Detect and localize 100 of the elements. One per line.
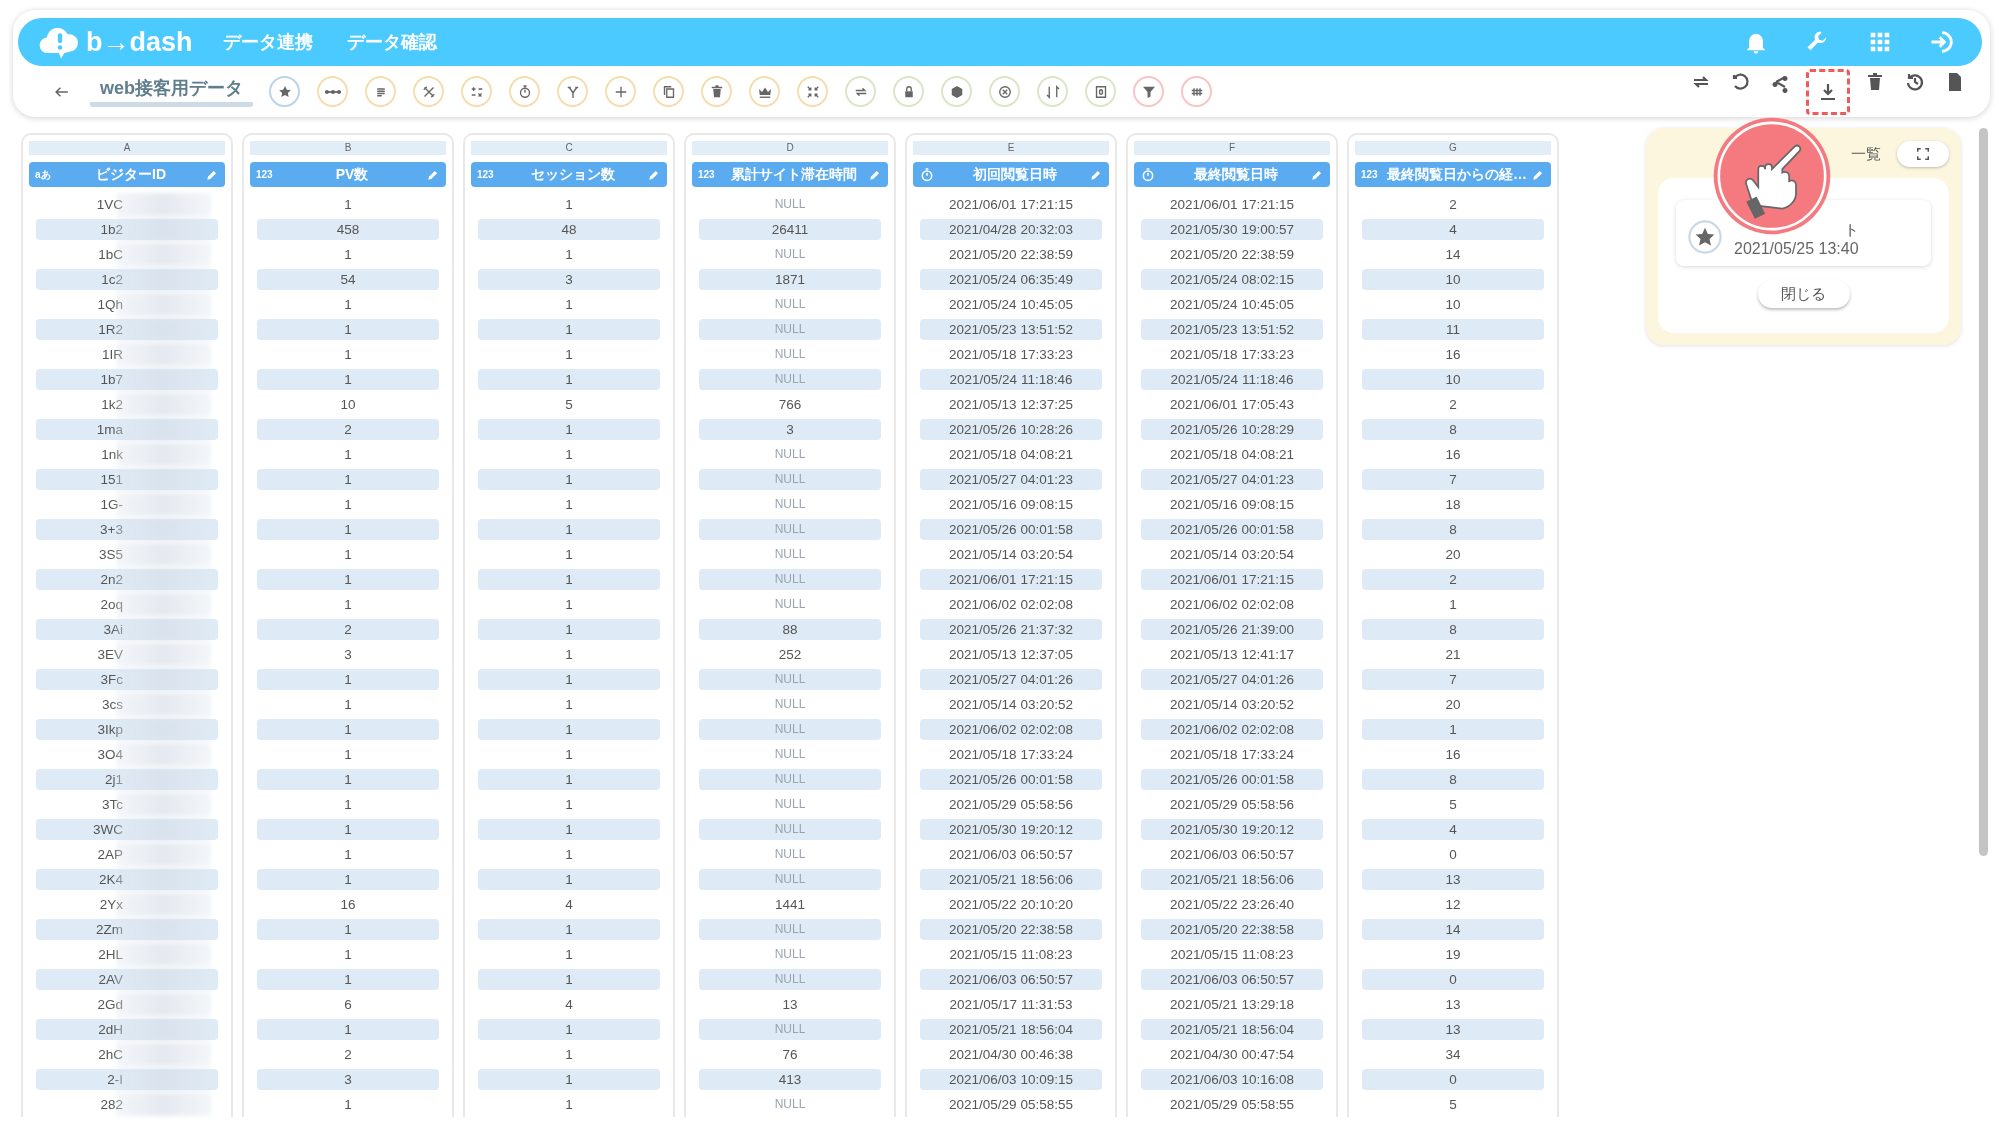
column-header[interactable]: 123 最終閲覧日からの経… [1355, 162, 1551, 187]
table-cell: 1 [257, 869, 439, 890]
close-button[interactable]: 閉じる [1757, 280, 1850, 308]
table-cell: 1 [257, 669, 439, 690]
table-cell: 54 [257, 269, 439, 290]
column-letter: A [29, 141, 225, 155]
table-cell: 3 [257, 1069, 439, 1090]
tool-button[interactable] [701, 76, 732, 107]
table-cell-text: 1 [343, 846, 353, 864]
app-logo[interactable]: b→dash [86, 26, 193, 58]
tool-button[interactable] [509, 76, 540, 107]
column-title: PV数 [334, 165, 370, 184]
visitor-id-text: 1b2 [100, 221, 123, 239]
table-cell-text: 1 [564, 246, 574, 264]
tool-button[interactable] [1037, 76, 1068, 107]
table-cell-text: 2021/05/24 10:45:05 [1169, 296, 1295, 314]
column-header[interactable]: 最終閲覧日時 [1134, 162, 1330, 187]
table-cell-text: NULL [773, 196, 807, 213]
table-cell: 2021/05/27 04:01:26 [920, 669, 1102, 690]
table-cell-text: 1 [564, 796, 574, 814]
tool-button[interactable] [269, 76, 300, 107]
table-cell: 2 [1362, 569, 1544, 590]
table-cell-text: NULL [773, 546, 807, 563]
table-cell: NULL [699, 969, 881, 990]
tool-button[interactable] [413, 76, 444, 107]
tool-button[interactable] [653, 76, 684, 107]
table-cell-text: 2021/04/30 00:46:38 [948, 1046, 1074, 1064]
column-title: 最終閲覧日からの経… [1386, 165, 1528, 184]
visitor-id-text: 1ma [96, 421, 123, 439]
action-button[interactable] [1806, 68, 1850, 115]
column-header[interactable]: 123 累計サイト滞在時間 [692, 162, 888, 187]
table-cell-text: 10 [1444, 296, 1462, 314]
table-cell: 2021/06/02 02:02:08 [1141, 719, 1323, 740]
table-cell-text: 2021/05/22 20:10:20 [948, 896, 1074, 914]
tool-button[interactable] [605, 76, 636, 107]
table-cell-text: 1 [564, 946, 574, 964]
table-cell: 10 [1362, 269, 1544, 290]
item-date: 2021/05/25 13:40 [1734, 240, 1859, 258]
tool-button[interactable] [845, 76, 876, 107]
column-header[interactable]: aあ ビジターID [29, 162, 225, 187]
tool-button[interactable] [893, 76, 924, 107]
visitor-id-text: 2Yx [99, 896, 123, 914]
tool-button[interactable] [317, 76, 348, 107]
visitor-id-text: 3Fc [100, 671, 123, 689]
table-cell: NULL [699, 569, 881, 590]
tool-button[interactable] [1181, 76, 1212, 107]
table-cell-text: 1 [564, 296, 574, 314]
expand-button[interactable] [1897, 141, 1949, 167]
table-cell: 26411 [699, 219, 881, 240]
table-cell: 0 [1362, 1069, 1544, 1090]
scrollbar[interactable] [1979, 128, 1988, 856]
visitor-id-text: 2hC [98, 1046, 123, 1064]
table-cell-text: 2021/05/20 22:38:59 [948, 246, 1074, 264]
column-letter: G [1355, 141, 1551, 155]
table-cell-text: 2021/05/18 04:08:21 [1169, 446, 1295, 464]
visitor-id-text: 1IR [102, 346, 123, 364]
tool-button[interactable] [461, 76, 492, 107]
table-cell-text: 1 [343, 246, 353, 264]
table-cell: 1 [478, 519, 660, 540]
tool-button[interactable] [989, 76, 1020, 107]
table-cell-text: 12 [1444, 896, 1462, 914]
column-header[interactable]: 123 PV数 [250, 162, 446, 187]
nav-link[interactable]: データ連携 [222, 30, 313, 54]
table-cell: 2021/06/01 17:21:15 [1141, 569, 1323, 590]
table-cell: 13 [1362, 869, 1544, 890]
table-cell-text: 1 [343, 346, 353, 364]
table-cell-text: NULL [773, 496, 807, 513]
visitor-id-text: 3O4 [97, 746, 123, 764]
column-header[interactable]: 初回閲覧日時 [913, 162, 1109, 187]
table-cell: NULL [699, 769, 881, 790]
table-cell: 2021/05/23 13:51:52 [920, 319, 1102, 340]
table-cell: 2021/06/02 02:02:08 [920, 719, 1102, 740]
table-cell-text: 16 [1444, 746, 1462, 764]
column-title: 初回閲覧日時 [972, 165, 1058, 184]
tool-button[interactable] [941, 76, 972, 107]
table-cell: 2021/05/26 21:37:32 [920, 619, 1102, 640]
tool-button[interactable] [557, 76, 588, 107]
table-cell: NULL [699, 869, 881, 890]
tool-button[interactable] [1085, 76, 1116, 107]
table-cell-text: NULL [773, 746, 807, 763]
table-cell-text: 2021/05/16 09:08:15 [1169, 496, 1295, 514]
table-cell-text: NULL [773, 246, 807, 263]
table-cell: 3 [699, 419, 881, 440]
dataset-title[interactable]: web接客用データ [90, 76, 253, 107]
nav-link[interactable]: データ確認 [346, 30, 437, 54]
table-cell: 1 [478, 1019, 660, 1040]
table-cell: 1 [478, 669, 660, 690]
table-cell-text: 2 [343, 1046, 353, 1064]
table-cell: 2021/06/01 17:21:15 [920, 569, 1102, 590]
table-cell: 1 [257, 369, 439, 390]
visitor-id-text: 2AV [98, 971, 123, 989]
tool-button[interactable] [797, 76, 828, 107]
visitor-id-text: 2-I [107, 1071, 123, 1089]
tool-button[interactable] [365, 76, 396, 107]
tool-button[interactable] [1133, 76, 1164, 107]
column-header[interactable]: 123 セッション数 [471, 162, 667, 187]
table-cell: 1 [478, 1069, 660, 1090]
table-cell-text: 2021/05/18 17:33:23 [948, 346, 1074, 364]
tool-button[interactable] [749, 76, 780, 107]
table-cell-text: 2021/05/29 05:58:55 [1169, 1096, 1295, 1114]
